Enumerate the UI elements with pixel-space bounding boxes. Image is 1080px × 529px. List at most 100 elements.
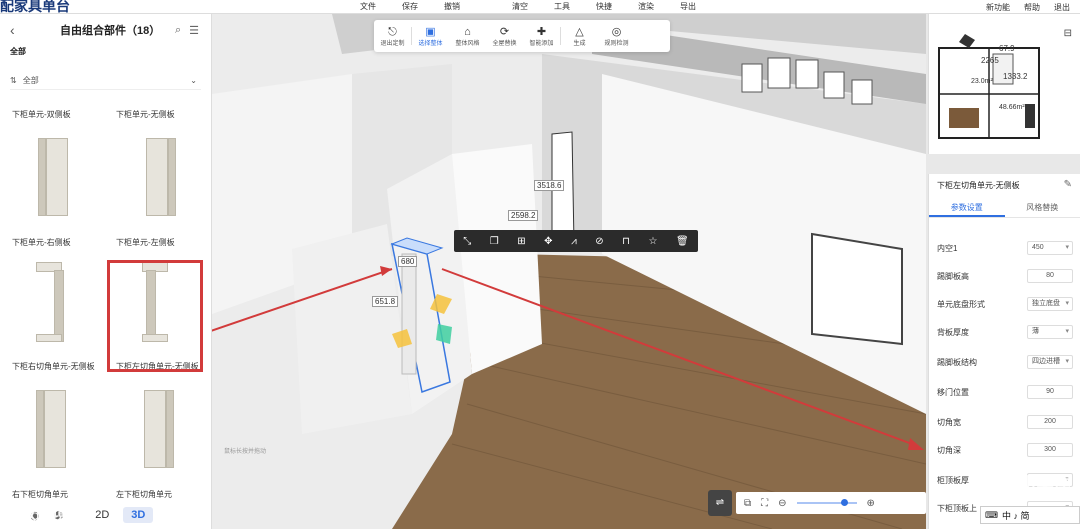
list-item[interactable]: 左下柜切角单元: [108, 380, 204, 500]
zoom-slider[interactable]: [796, 499, 857, 506]
main-menu: 文件 保存 撤销 清空 工具 快捷 渲染 导出: [360, 1, 696, 12]
watermark: 大数跨境: [4, 506, 69, 523]
rule-check-button[interactable]: ◎ 规则检测: [598, 20, 635, 52]
dimension-label[interactable]: 3518.6: [534, 180, 565, 191]
dimension-label[interactable]: 680: [398, 256, 418, 267]
menu-help[interactable]: 帮助: [1024, 2, 1040, 13]
style-icon: ⌂: [464, 25, 471, 38]
smart-add-icon: ✚: [536, 25, 547, 38]
view-2d-button[interactable]: 2D: [95, 509, 109, 521]
hide-icon[interactable]: ⊘: [595, 236, 603, 247]
menu-export[interactable]: 导出: [680, 1, 696, 12]
exit-icon: ⎋: [388, 25, 397, 38]
generate-button[interactable]: △ 生成: [561, 20, 598, 52]
param-row: 切角深 300: [929, 440, 1080, 460]
move-icon[interactable]: ✥: [544, 236, 552, 247]
param-row: 踢脚板高 80: [929, 266, 1080, 286]
zoom-in-icon[interactable]: ⊕: [867, 498, 875, 509]
minimap-toggle-icon[interactable]: ⊟: [1064, 28, 1072, 39]
panel-title: 自由组合部件（18）: [60, 25, 161, 37]
floorplan-minimap[interactable]: 67.9 2265 1333.2 23.0m² 48.66m² ⊟: [928, 14, 1080, 154]
list-item[interactable]: 下柜单元-无侧板: [108, 60, 204, 120]
zoom-slider-knob[interactable]: [840, 499, 848, 506]
param-select[interactable]: 薄: [1027, 325, 1073, 339]
param-input[interactable]: 90: [1027, 385, 1073, 399]
menu-undo[interactable]: 撤销: [444, 1, 460, 12]
tab-style[interactable]: 风格替换: [1005, 198, 1080, 217]
menu-clear[interactable]: 清空: [512, 1, 528, 12]
exit-custom-button[interactable]: ⎋ 退出定制: [374, 20, 411, 52]
list-item[interactable]: 下柜右切角单元-无侧板: [4, 252, 100, 372]
style-button[interactable]: ⌂ 整体风格: [449, 20, 486, 52]
cabinet-thumbnail: [24, 258, 80, 346]
cabinet-thumbnail: [24, 134, 80, 222]
panel-tabs: 参数设置 风格替换: [929, 198, 1080, 218]
selected-item-highlight: [107, 260, 203, 372]
list-item[interactable]: 下柜单元-左侧板: [108, 128, 204, 248]
zoom-out-icon[interactable]: ⊖: [778, 498, 786, 509]
menu-file[interactable]: 文件: [360, 1, 376, 12]
smart-add-button[interactable]: ✚ 智能添加: [523, 20, 560, 52]
param-input[interactable]: 300: [1027, 443, 1073, 457]
toggle-switch-icon[interactable]: ⇌: [708, 490, 732, 516]
select-all-button[interactable]: ▣ 选择整体: [412, 20, 449, 52]
list-item[interactable]: 下柜单元-右侧板: [4, 128, 100, 248]
item-label: 下柜单元-双侧板: [12, 110, 71, 119]
param-input[interactable]: 80: [1027, 269, 1073, 283]
floorplan-drawing: [938, 34, 1040, 139]
edit-icon[interactable]: ✎: [1064, 179, 1072, 190]
search-icon[interactable]: ⌕: [175, 24, 181, 37]
favorite-icon[interactable]: ☆: [648, 236, 657, 247]
list-item[interactable]: 下柜单元-双侧板: [4, 60, 100, 120]
item-label: 下柜右切角单元-无侧板: [12, 362, 95, 371]
item-label: 下柜单元-右侧板: [12, 238, 71, 247]
lock-icon[interactable]: ⊓: [622, 236, 630, 247]
generate-icon: △: [575, 25, 584, 38]
item-label: 下柜单元-无侧板: [116, 110, 175, 119]
section-all-label: 全部: [10, 47, 26, 56]
ime-toolbar[interactable]: ⌨ 中 ♪ 简: [980, 506, 1080, 524]
list-filter-icon[interactable]: ☰: [189, 24, 199, 37]
replace-button[interactable]: ⟳ 全屋替换: [486, 20, 523, 52]
dimension-label[interactable]: 2598.2: [508, 210, 539, 221]
menu-shortcuts[interactable]: 快捷: [596, 1, 612, 12]
param-input[interactable]: 200: [1027, 415, 1073, 429]
component-library-panel: ‹ 自由组合部件（18） ⌕ ☰ 全部 ⇅ 全部 ⌄ 下柜单元-双侧板 下柜单元…: [0, 14, 212, 529]
delete-icon[interactable]: 🗑: [676, 236, 689, 247]
watermark: 广州美屋: [1000, 474, 1072, 494]
param-row: 踢脚板结构 四边进槽: [929, 352, 1080, 372]
param-row: 背板厚度 薄: [929, 322, 1080, 342]
param-select[interactable]: 独立底盘: [1027, 297, 1073, 311]
zoom-controls: ⧉ ⛶ ⊖ ⊕: [736, 492, 926, 514]
dimension-label[interactable]: 651.8: [372, 296, 399, 307]
item-label: 右下柜切角单元: [12, 490, 68, 499]
edit-toolbar: ⎋ 退出定制 ▣ 选择整体 ⌂ 整体风格 ⟳ 全屋替换 ✚ 智能添加 △ 生成 ◎ 规则检测: [374, 20, 670, 52]
param-select[interactable]: 四边进槽: [1027, 355, 1073, 369]
menu-logout[interactable]: 退出: [1054, 2, 1070, 13]
fit-view-icon[interactable]: ⛶: [761, 498, 768, 509]
3d-viewport[interactable]: ⎋ 退出定制 ▣ 选择整体 ⌂ 整体风格 ⟳ 全屋替换 ✚ 智能添加 △ 生成 ◎ 规则检测 …: [212, 14, 926, 529]
tab-params[interactable]: 参数设置: [929, 198, 1005, 217]
replace-icon: ⟳: [499, 25, 510, 38]
list-item[interactable]: 右下柜切角单元: [4, 380, 100, 500]
param-row: 切角宽 200: [929, 412, 1080, 432]
item-label: 下柜单元-左侧板: [116, 238, 175, 247]
menu-tools[interactable]: 工具: [554, 1, 570, 12]
resize-icon[interactable]: ⤡: [463, 236, 471, 247]
menu-render[interactable]: 渲染: [638, 1, 654, 12]
param-select[interactable]: 450: [1027, 241, 1073, 255]
cabinet-thumbnail: [128, 134, 184, 222]
panel-header: ‹ 自由组合部件（18） ⌕ ☰: [0, 14, 211, 46]
align-icon[interactable]: ⩘: [571, 236, 577, 247]
keyboard-icon: ⌨: [985, 509, 998, 520]
cabinet-thumbnail: [24, 386, 80, 474]
select-icon: ▣: [425, 25, 436, 38]
back-arrow-icon[interactable]: ‹: [10, 22, 15, 38]
add-icon[interactable]: ⊞: [517, 236, 525, 247]
camera-icon[interactable]: ⧉: [744, 498, 751, 509]
copy-icon[interactable]: ❐: [490, 236, 499, 247]
menu-save[interactable]: 保存: [402, 1, 418, 12]
menu-new-features[interactable]: 新功能: [986, 2, 1010, 13]
view-3d-button[interactable]: 3D: [123, 507, 154, 523]
top-menu-bar: 配家具单台 文件 保存 撤销 清空 工具 快捷 渲染 导出 新功能 帮助 退出: [0, 0, 1080, 14]
